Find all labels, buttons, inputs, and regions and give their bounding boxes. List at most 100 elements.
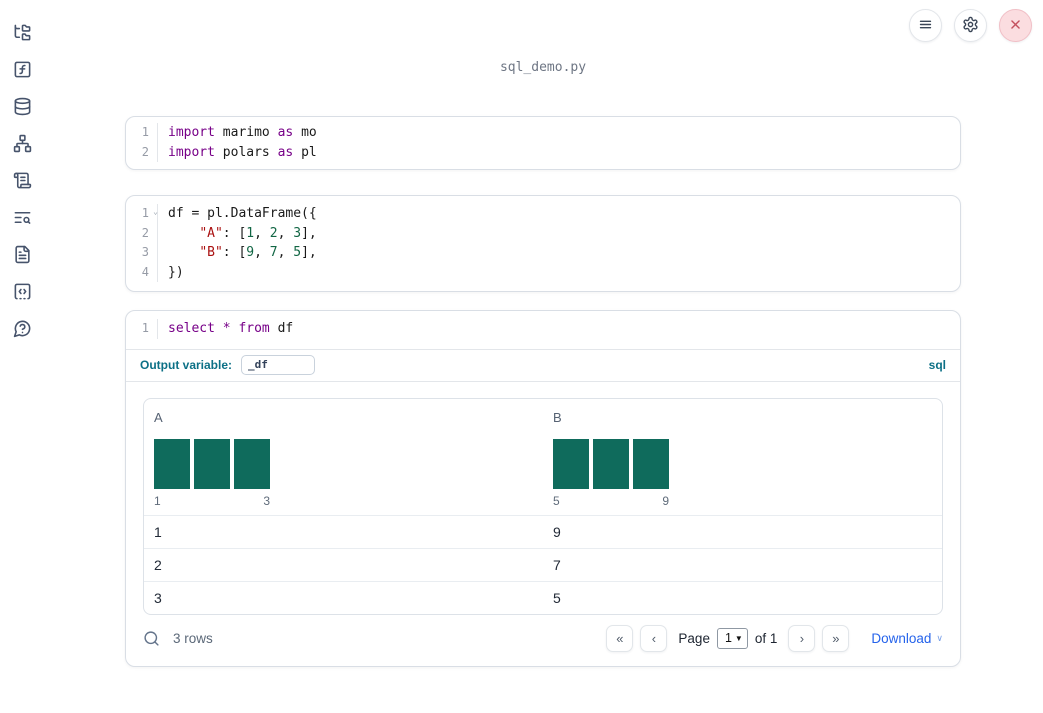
shutdown-button[interactable] xyxy=(999,9,1032,42)
hist-min-label: 1 xyxy=(154,493,161,508)
download-button[interactable]: Download ∨ xyxy=(871,631,943,646)
line-number: 3 xyxy=(126,243,158,263)
database-icon xyxy=(13,97,32,119)
column-label: B xyxy=(553,409,562,425)
histogram-bar xyxy=(194,438,230,489)
row-count: 3 rows xyxy=(173,630,213,646)
hist-max-label: 3 xyxy=(263,493,270,508)
code-line: 2 "A": [1, 2, 3], xyxy=(126,223,960,243)
histogram-b xyxy=(553,438,932,489)
dataframe-table: A 1 3 B 5 9 1 9 2 7 3 5 xyxy=(143,397,943,615)
code-line-text: import marimo as mo xyxy=(168,125,317,140)
histogram-bar xyxy=(593,438,629,489)
settings-button[interactable] xyxy=(954,9,987,42)
chevron-down-icon: ▼ xyxy=(734,633,743,643)
code-line: 1 import marimo as mo xyxy=(126,123,960,143)
sidebar-item-logs[interactable] xyxy=(12,209,32,229)
chevron-down-icon: ∨ xyxy=(936,632,943,643)
sidebar xyxy=(0,0,44,713)
top-controls xyxy=(909,9,1032,42)
menu-icon xyxy=(917,16,934,36)
sidebar-item-snippets[interactable] xyxy=(12,283,32,303)
histogram-ticks: 5 9 xyxy=(553,494,669,508)
notebook-title: sql_demo.py xyxy=(499,60,587,75)
code-line-text: select * from df xyxy=(168,321,294,336)
search-icon[interactable] xyxy=(143,630,160,647)
text-search-icon xyxy=(13,208,32,230)
sidebar-item-help[interactable] xyxy=(12,320,32,340)
code-line: 3 "B": [9, 7, 5], xyxy=(126,243,960,263)
next-page-button[interactable]: › xyxy=(788,624,816,652)
function-square-icon xyxy=(13,60,32,82)
histogram-bar xyxy=(154,438,190,489)
line-number: 4 xyxy=(126,262,158,282)
chevrons-right-icon: » xyxy=(832,630,840,646)
table-footer: 3 rows « ‹ Page 1 ▼ of 1 › » Download ∨ xyxy=(143,624,943,652)
sidebar-item-datasources[interactable] xyxy=(12,97,32,119)
code-line-text: df = pl.DataFrame({ xyxy=(168,206,317,221)
prev-page-button[interactable]: ‹ xyxy=(640,624,668,652)
line-number: 1 ⌄ xyxy=(126,204,158,224)
output-variable-label: Output variable: xyxy=(140,357,233,372)
code-line: 1 ⌄ df = pl.DataFrame({ xyxy=(126,204,960,224)
hist-max-label: 9 xyxy=(662,493,669,508)
table-header: A 1 3 B 5 9 xyxy=(144,399,942,515)
close-icon xyxy=(1007,16,1024,36)
line-number: 2 xyxy=(126,223,158,243)
cell-b: 5 xyxy=(553,589,561,606)
file-text-icon xyxy=(13,245,32,267)
chevron-left-icon: ‹ xyxy=(651,630,657,646)
file-tree-icon xyxy=(13,23,32,45)
histogram-a xyxy=(154,438,533,489)
page-total: of 1 xyxy=(754,630,778,646)
language-badge: sql xyxy=(928,357,946,372)
sidebar-item-documentation[interactable] xyxy=(12,245,32,267)
chevron-right-icon: › xyxy=(799,630,805,646)
fold-chevron-icon[interactable]: ⌄ xyxy=(153,208,158,216)
code-line: 4 }) xyxy=(126,262,960,282)
sidebar-item-variables[interactable] xyxy=(12,61,32,81)
chevrons-left-icon: « xyxy=(616,630,624,646)
cell-b: 7 xyxy=(553,556,561,573)
code-line: 1 select * from df xyxy=(126,319,960,339)
histogram-bar xyxy=(234,438,270,489)
network-icon xyxy=(13,134,32,156)
sidebar-item-outline[interactable] xyxy=(12,172,32,192)
output-variable-input[interactable] xyxy=(241,354,316,375)
code-line-text: import polars as pl xyxy=(168,144,317,160)
gear-icon xyxy=(962,16,979,36)
cell-a: 3 xyxy=(154,589,162,606)
column-header-b[interactable]: B 5 9 xyxy=(543,399,942,515)
code-cell-imports[interactable]: 1 import marimo as mo 2 import polars as… xyxy=(125,116,961,170)
code-line-text: "B": [9, 7, 5], xyxy=(199,245,317,260)
page-label: Page xyxy=(678,630,710,646)
pagination: « ‹ Page 1 ▼ of 1 › » Download ∨ xyxy=(606,624,943,652)
last-page-button[interactable]: » xyxy=(822,624,850,652)
code-line-text: }) xyxy=(168,264,184,280)
table-row[interactable]: 2 7 xyxy=(144,547,942,581)
histogram-ticks: 1 3 xyxy=(154,494,270,508)
sidebar-item-dependencies[interactable] xyxy=(12,134,32,156)
page-select-value: 1 xyxy=(724,631,732,645)
hist-min-label: 5 xyxy=(553,493,560,508)
table-row[interactable]: 3 5 xyxy=(144,580,942,614)
histogram-bar xyxy=(633,438,669,489)
page-select[interactable]: 1 ▼ xyxy=(716,627,748,649)
scroll-text-icon xyxy=(13,171,32,193)
code-line: 2 import polars as pl xyxy=(126,142,960,162)
sidebar-item-explorer[interactable] xyxy=(12,24,32,44)
sql-cell: 1 select * from df Output variable: sql … xyxy=(125,310,961,667)
snippets-code-icon xyxy=(13,282,32,304)
code-cell-dataframe[interactable]: 1 ⌄ df = pl.DataFrame({ 2 "A": [1, 2, 3],… xyxy=(125,195,961,292)
output-variable-row: Output variable: sql xyxy=(126,350,960,382)
column-header-a[interactable]: A 1 3 xyxy=(144,399,543,515)
line-number: 1 xyxy=(126,123,158,143)
table-row[interactable]: 1 9 xyxy=(144,514,942,548)
histogram-bar xyxy=(553,438,589,489)
cell-a: 2 xyxy=(154,556,162,573)
first-page-button[interactable]: « xyxy=(606,624,634,652)
line-number: 1 xyxy=(126,319,158,339)
sql-editor[interactable]: 1 select * from df xyxy=(126,311,960,350)
cell-a: 1 xyxy=(154,523,162,540)
menu-button[interactable] xyxy=(909,9,942,42)
